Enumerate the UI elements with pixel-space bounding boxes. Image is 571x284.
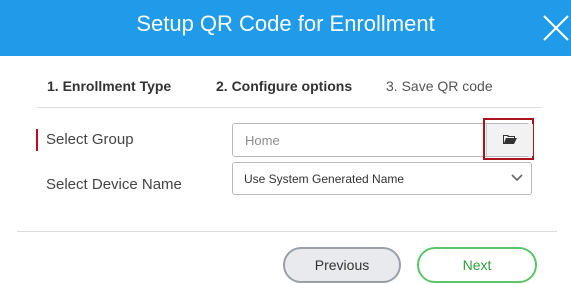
wizard-steps: 1. Enrollment Type 2. Configure options … (0, 78, 571, 100)
browse-group-button[interactable] (483, 118, 534, 160)
step-save-qr-code: 3. Save QR code (386, 78, 493, 94)
group-value: Home (245, 133, 280, 148)
select-device-name-label: Select Device Name (46, 176, 182, 193)
select-group-label: Select Group (46, 131, 134, 148)
close-button[interactable] (538, 8, 571, 46)
previous-button[interactable]: Previous (283, 247, 401, 283)
device-name-value: Use System Generated Name (244, 172, 405, 186)
folder-open-icon (503, 135, 517, 144)
browse-button-face (486, 124, 533, 156)
dialog-header: Setup QR Code for Enrollment (0, 0, 571, 56)
dialog-title: Setup QR Code for Enrollment (136, 11, 435, 36)
footer-divider (17, 231, 557, 232)
chevron-down-icon (511, 174, 523, 182)
step-configure-options: 2. Configure options (216, 78, 353, 94)
next-button[interactable]: Next (417, 247, 537, 283)
device-name-select[interactable]: Use System Generated Name (232, 162, 532, 195)
required-marker (36, 129, 38, 151)
step-enrollment-type: 1. Enrollment Type (47, 78, 172, 94)
steps-divider (37, 107, 542, 108)
close-icon (543, 15, 569, 41)
